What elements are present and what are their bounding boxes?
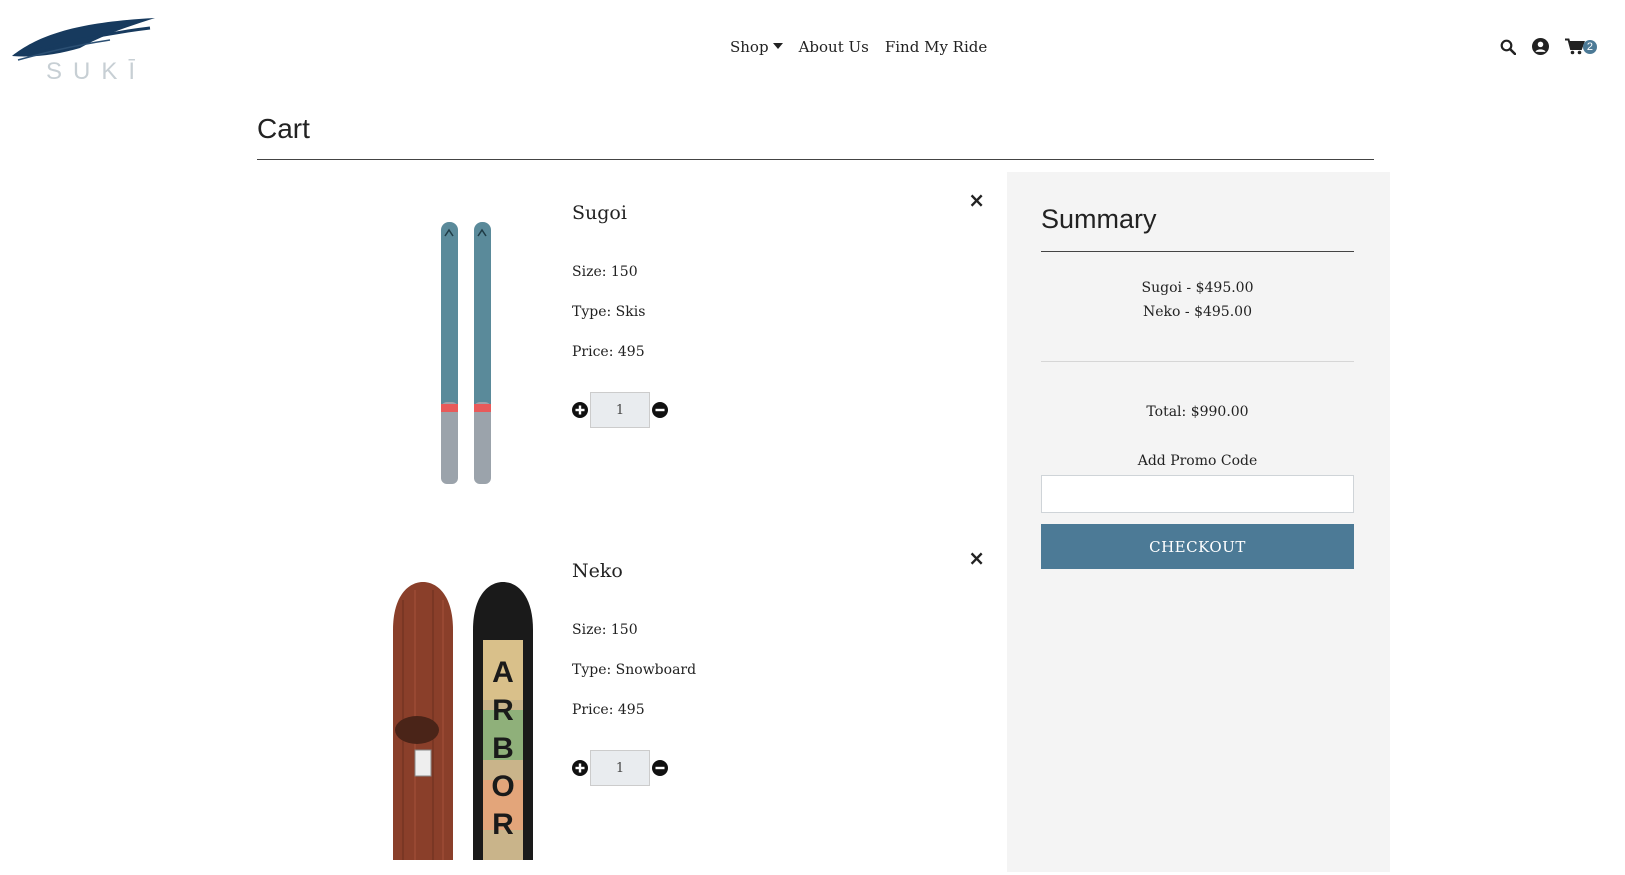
board-letter: R	[492, 808, 514, 841]
shopping-cart-icon	[1564, 38, 1585, 55]
summary-divider	[1041, 251, 1354, 252]
order-total: Total: $990.00	[1146, 404, 1249, 420]
minus-circle-icon[interactable]	[652, 760, 668, 776]
brush-stroke-logo-icon	[12, 18, 155, 61]
board-letter: O	[491, 770, 514, 803]
snowboard-product-image: A R B O R	[393, 582, 533, 860]
header-actions: 2	[1500, 38, 1597, 55]
item-price: Price: 495	[572, 702, 645, 718]
quantity-input[interactable]	[590, 392, 650, 428]
cart-item: × Sugoi Size: 150 Type: Skis Price: 495	[257, 172, 997, 517]
title-divider	[257, 159, 1374, 160]
summary-divider	[1041, 361, 1354, 362]
summary-line-item: Sugoi - $495.00	[1141, 280, 1254, 296]
remove-item-button[interactable]: ×	[968, 190, 985, 210]
cart-item: × A R B O R Neko Size: 150 Type: Snowboa…	[257, 530, 997, 875]
checkout-button[interactable]: CHECKOUT	[1041, 524, 1354, 569]
summary-line-items: Sugoi - $495.00 Neko - $495.00	[1041, 276, 1354, 324]
user-account-icon[interactable]	[1531, 38, 1549, 55]
quantity-input[interactable]	[590, 750, 650, 786]
logo-wordmark: SUKĪ	[46, 58, 147, 85]
chevron-down-icon	[772, 43, 783, 49]
item-size: Size: 150	[572, 264, 638, 280]
promo-code-label: Add Promo Code	[1137, 453, 1258, 469]
cart-count-badge: 2	[1582, 39, 1597, 54]
remove-item-button[interactable]: ×	[968, 548, 985, 568]
nav-shop-label: Shop	[730, 38, 769, 56]
quantity-stepper	[572, 750, 668, 786]
order-summary-panel: Summary Sugoi - $495.00 Neko - $495.00 T…	[1007, 172, 1390, 872]
item-type: Type: Snowboard	[572, 662, 697, 678]
summary-line-item: Neko - $495.00	[1143, 304, 1252, 320]
cart-button[interactable]: 2	[1564, 38, 1597, 55]
plus-circle-icon[interactable]	[572, 402, 588, 418]
item-size: Size: 150	[572, 622, 638, 638]
summary-title: Summary	[1041, 204, 1157, 234]
main-nav: Shop About Us Find My Ride	[730, 38, 987, 56]
quantity-stepper	[572, 392, 668, 428]
search-icon[interactable]	[1500, 39, 1516, 55]
board-letter: B	[492, 732, 514, 765]
item-price: Price: 495	[572, 344, 645, 360]
item-name: Neko	[572, 560, 623, 582]
item-name: Sugoi	[572, 202, 627, 224]
plus-circle-icon[interactable]	[572, 760, 588, 776]
board-letter: A	[492, 656, 514, 689]
nav-about-us[interactable]: About Us	[799, 38, 869, 56]
promo-code-input[interactable]	[1041, 475, 1354, 513]
brand-logo[interactable]: SUKĪ	[10, 14, 160, 85]
page-title: Cart	[257, 113, 310, 144]
minus-circle-icon[interactable]	[652, 402, 668, 418]
board-letter: R	[492, 694, 514, 727]
nav-find-my-ride[interactable]: Find My Ride	[885, 38, 987, 56]
ski-product-image	[441, 222, 491, 484]
item-type: Type: Skis	[572, 304, 646, 320]
nav-shop[interactable]: Shop	[730, 38, 783, 56]
